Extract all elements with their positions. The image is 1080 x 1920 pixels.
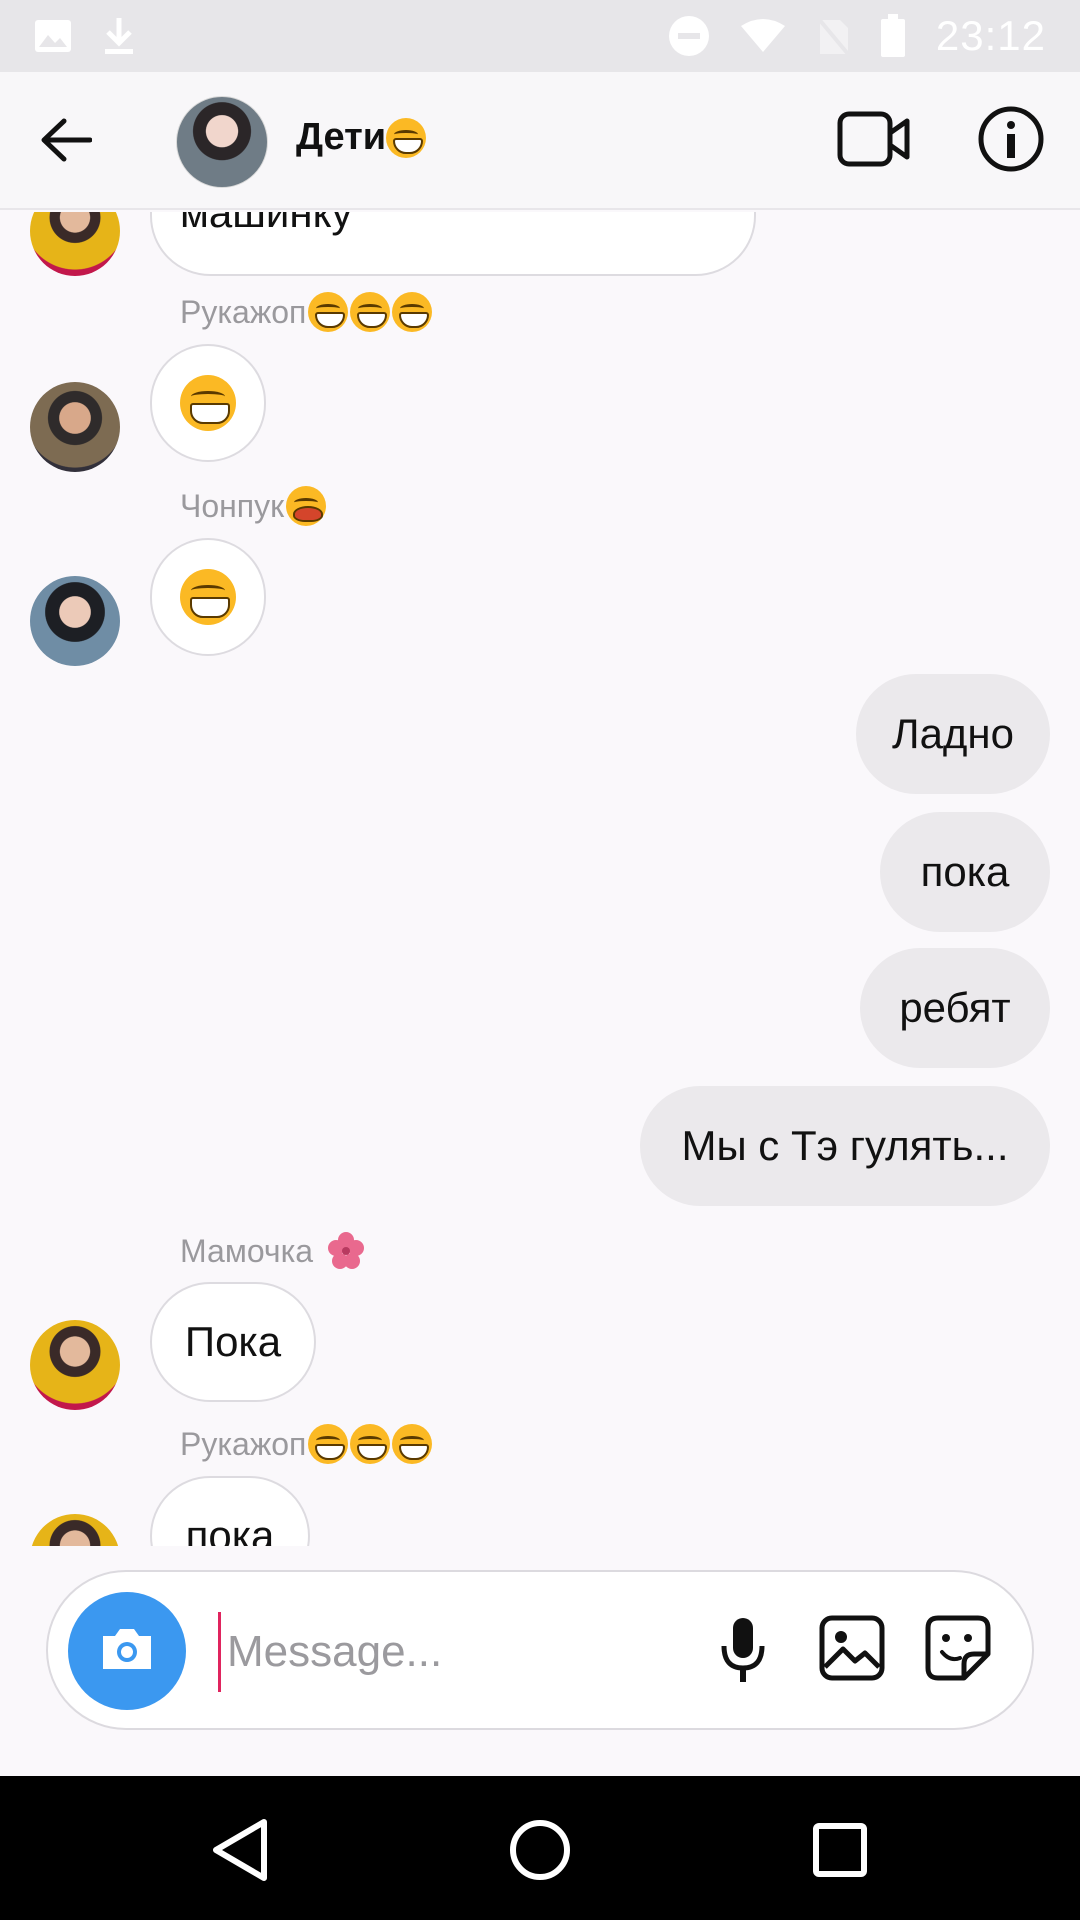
- avatar[interactable]: [30, 1320, 120, 1410]
- back-arrow-icon: [40, 118, 93, 167]
- sender-name-text: Мамочка: [180, 1232, 314, 1269]
- avatar[interactable]: [30, 212, 120, 276]
- flower-emoji-icon: [325, 1230, 367, 1272]
- avatar[interactable]: [30, 1514, 120, 1546]
- message-text: ребят: [899, 984, 1011, 1031]
- message-text: Пока: [184, 1318, 282, 1365]
- grin-emoji-icon: [350, 292, 391, 332]
- emoji-message-bubble[interactable]: [150, 538, 266, 656]
- outgoing-message-bubble[interactable]: Ладно: [856, 674, 1050, 794]
- conversation-header: Дети: [0, 72, 1080, 210]
- voice-message-button[interactable]: [708, 1610, 778, 1694]
- group-title[interactable]: Дети: [296, 116, 427, 159]
- outgoing-message-bubble[interactable]: пока: [880, 812, 1050, 932]
- message-bubble[interactable]: Пока: [150, 1282, 316, 1402]
- sender-name-text: Рукажоп: [180, 1425, 307, 1462]
- sender-name: Рукажоп: [180, 1424, 433, 1464]
- circle-home-icon: [508, 1818, 572, 1887]
- video-call-icon: [837, 111, 911, 172]
- nav-home-button[interactable]: [500, 1812, 580, 1892]
- sender-name: Рукажоп: [180, 292, 433, 332]
- grin-emoji-icon: [350, 1424, 391, 1464]
- outgoing-message-bubble[interactable]: ребят: [860, 948, 1050, 1068]
- video-call-button[interactable]: [836, 108, 912, 174]
- sender-name: Мамочка: [180, 1230, 367, 1272]
- grin-emoji-icon: [308, 1424, 349, 1464]
- square-recents-icon: [812, 1822, 868, 1883]
- status-left-icons: [34, 16, 136, 56]
- image-icon: [34, 19, 72, 53]
- emoji-message-bubble[interactable]: [150, 344, 266, 462]
- avatar[interactable]: [30, 382, 120, 472]
- message-text: Мы с Тэ гулять...: [681, 1122, 1009, 1169]
- message-bubble[interactable]: пока: [150, 1476, 310, 1546]
- status-bar: 23:12: [0, 0, 1080, 72]
- camera-button[interactable]: [68, 1592, 186, 1710]
- battery-icon: [880, 14, 906, 58]
- sender-name: Чонпук: [180, 486, 327, 526]
- grin-emoji-icon: [180, 375, 236, 431]
- message-input[interactable]: [218, 1612, 688, 1692]
- group-title-text: Дети: [296, 116, 387, 158]
- message-composer: [46, 1570, 1034, 1730]
- nav-recents-button[interactable]: [800, 1812, 880, 1892]
- group-avatar[interactable]: [176, 96, 268, 188]
- outgoing-message-bubble[interactable]: Мы с Тэ гулять...: [640, 1086, 1050, 1206]
- crying-emoji-icon: [286, 486, 327, 526]
- download-icon: [102, 16, 136, 56]
- status-right-icons: 23:12: [668, 12, 1046, 60]
- info-button[interactable]: [976, 106, 1046, 176]
- avatar[interactable]: [30, 576, 120, 666]
- message-text: машинку: [180, 212, 353, 236]
- gallery-icon: [819, 1615, 885, 1686]
- sticker-button[interactable]: [918, 1610, 998, 1690]
- wifi-icon: [740, 18, 786, 54]
- grin-emoji-icon: [386, 117, 427, 158]
- no-sim-icon: [816, 16, 850, 56]
- camera-icon: [99, 1626, 155, 1677]
- back-button[interactable]: [30, 112, 102, 172]
- grin-emoji-icon: [392, 1424, 433, 1464]
- message-bubble[interactable]: машинку: [150, 212, 756, 276]
- triangle-back-icon: [210, 1818, 270, 1887]
- gallery-button[interactable]: [814, 1612, 890, 1688]
- sender-name-text: Рукажоп: [180, 293, 307, 330]
- grin-emoji-icon: [180, 569, 236, 625]
- sender-name-text: Чонпук: [180, 487, 285, 524]
- do-not-disturb-icon: [668, 15, 710, 57]
- grin-emoji-icon: [308, 292, 349, 332]
- message-list[interactable]: машинку Рукажоп Чонпук Ладно пока ребят …: [0, 212, 1080, 1546]
- message-text: Ладно: [892, 710, 1014, 757]
- status-time: 23:12: [935, 12, 1046, 59]
- message-text: пока: [920, 848, 1010, 895]
- microphone-icon: [718, 1616, 768, 1689]
- nav-back-button[interactable]: [200, 1812, 280, 1892]
- sticker-icon: [924, 1614, 992, 1687]
- navigation-bar: [0, 1776, 1080, 1920]
- message-text: пока: [185, 1512, 275, 1546]
- info-icon: [978, 106, 1044, 177]
- grin-emoji-icon: [392, 292, 433, 332]
